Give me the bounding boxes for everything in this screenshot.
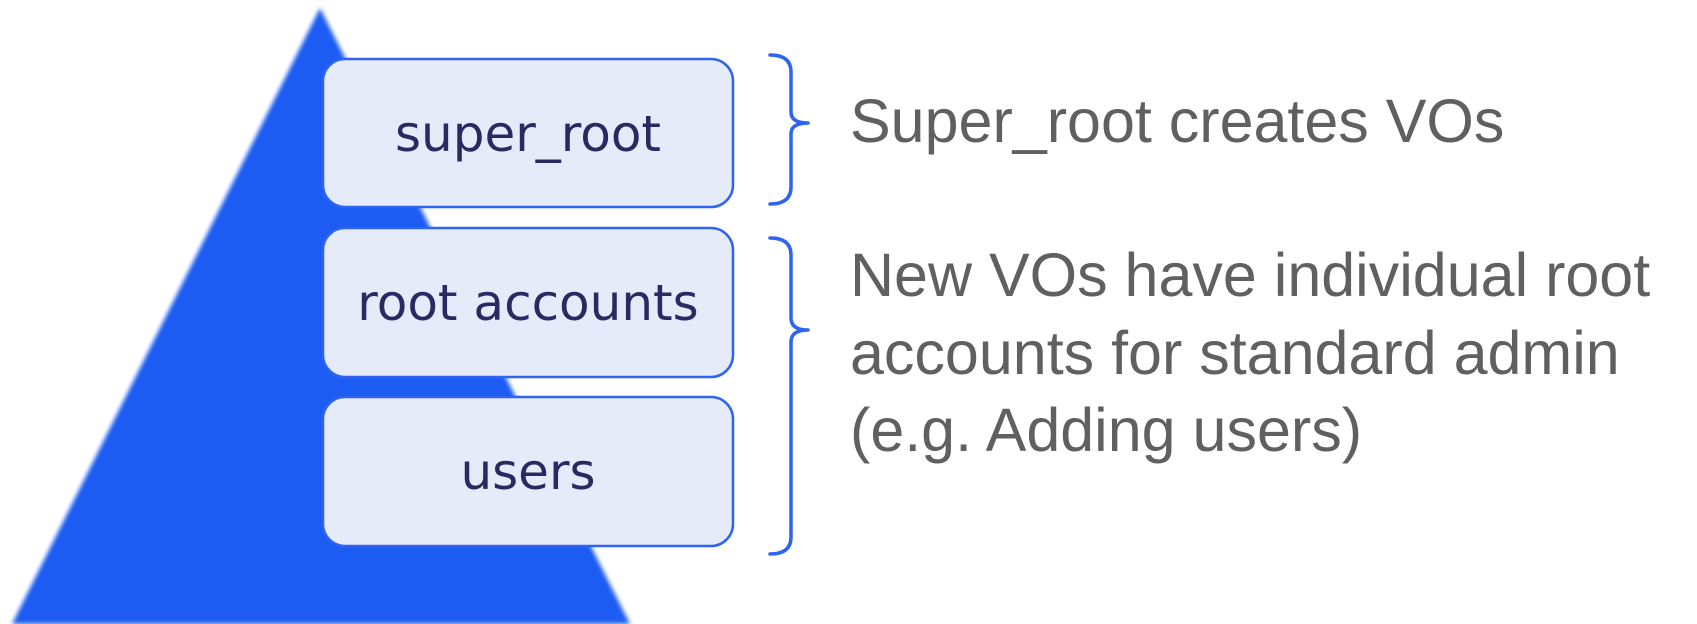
level-box-root-accounts: root accounts <box>321 226 735 379</box>
level-label-root-accounts: root accounts <box>357 274 698 332</box>
bracket-super-root <box>768 53 810 206</box>
level-label-super-root: super_root <box>395 105 661 163</box>
description-root-line-1: New VOs have individual root <box>850 241 1650 309</box>
level-box-super-root: super_root <box>321 57 735 209</box>
description-super-root: Super_root creates VOs <box>850 87 1504 155</box>
hierarchy-diagram: super_root root accounts users Super_roo… <box>12 8 1650 624</box>
description-root-line-3: (e.g. Adding users) <box>850 396 1362 464</box>
description-root-line-2: accounts for standard admin <box>850 319 1620 387</box>
level-label-users: users <box>460 443 595 501</box>
bracket-root-and-users <box>768 236 810 556</box>
level-box-users: users <box>321 395 735 548</box>
